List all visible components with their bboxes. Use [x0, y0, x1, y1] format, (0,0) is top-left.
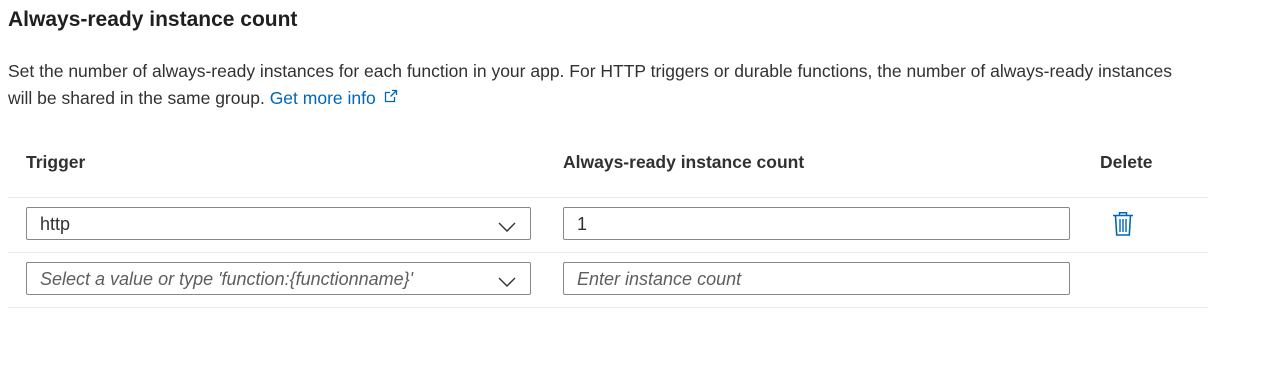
- instance-count-value: 1: [577, 214, 588, 234]
- delete-column-header: Delete: [1100, 152, 1153, 172]
- external-link-icon: [384, 84, 398, 111]
- get-more-info-link[interactable]: Get more info: [270, 88, 398, 108]
- trigger-dropdown[interactable]: http: [26, 207, 531, 240]
- trash-icon: [1112, 212, 1134, 241]
- grid-header-row: Trigger Always-ready instance count Dele…: [8, 140, 1208, 198]
- new-trigger-placeholder: Select a value or type 'function:{functi…: [40, 269, 414, 289]
- table-row: http 1: [8, 198, 1208, 253]
- instance-count-field[interactable]: 1: [563, 207, 1070, 240]
- section-description: Set the number of always-ready instances…: [8, 58, 1178, 112]
- new-instance-count-placeholder: Enter instance count: [577, 269, 742, 289]
- description-text: Set the number of always-ready instances…: [8, 61, 1173, 108]
- chevron-down-icon: [498, 274, 516, 292]
- new-instance-count-field[interactable]: Enter instance count: [563, 262, 1070, 295]
- count-column-header: Always-ready instance count: [563, 152, 805, 172]
- always-ready-grid: Trigger Always-ready instance count Dele…: [8, 140, 1208, 308]
- new-row: Select a value or type 'function:{functi…: [8, 253, 1208, 308]
- delete-button[interactable]: [1112, 211, 1136, 239]
- section-title: Always-ready instance count: [8, 8, 298, 31]
- always-ready-section: Always-ready instance count Set the numb…: [0, 0, 1261, 367]
- trigger-value: http: [40, 214, 71, 234]
- trigger-column-header: Trigger: [26, 152, 86, 172]
- new-trigger-dropdown[interactable]: Select a value or type 'function:{functi…: [26, 262, 531, 295]
- chevron-down-icon: [498, 219, 516, 237]
- get-more-info-label: Get more info: [269, 88, 376, 108]
